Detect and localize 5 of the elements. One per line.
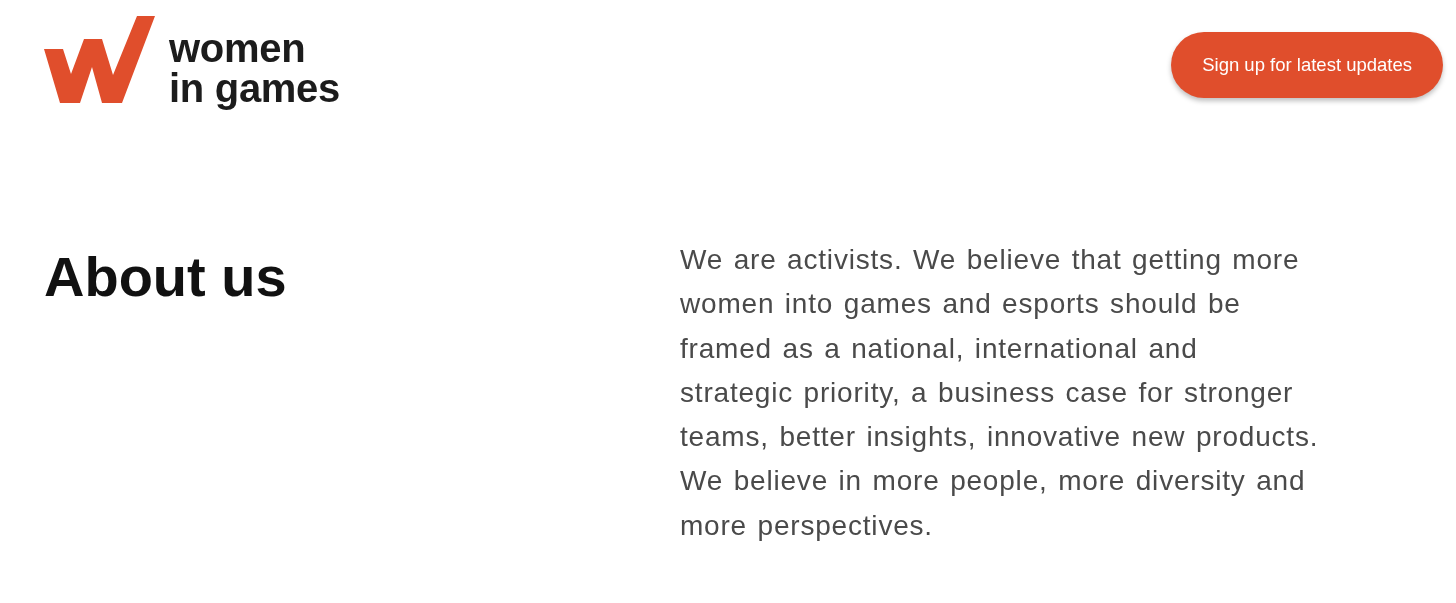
about-paragraph: We are activists. We believe that getting more women into games and esports should be framed as a national, international and strategic priority, a business case for stronger teams, better insights, innovative new products. We believe in more people, more diversity and more perspectives. bbox=[680, 243, 1320, 543]
logo-mark-icon bbox=[44, 16, 155, 103]
logo-wordmark: women in games bbox=[169, 25, 340, 108]
about-heading: About us bbox=[44, 244, 287, 310]
signup-button[interactable]: Sign up for latest updates bbox=[1171, 32, 1443, 98]
